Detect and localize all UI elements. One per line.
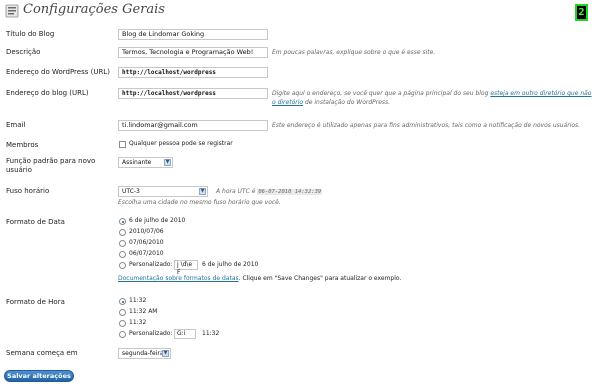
- page-title: Configurações Gerais: [23, 2, 165, 17]
- tagline-description: Em poucas palavras, explique sobre o que…: [272, 49, 436, 56]
- email-label: Email: [6, 121, 26, 129]
- blog-address-description-suffix: de instalação do WordPress.: [303, 99, 391, 106]
- blog-address-description: Digite aqui o endereço, se você quer que…: [272, 89, 594, 107]
- utc-time-prefix: A hora UTC é: [216, 188, 256, 195]
- start-of-week-select[interactable]: segunda-feira ▼: [118, 348, 171, 359]
- wp-address-input[interactable]: http://localhost/wordpress: [118, 67, 268, 78]
- blog-title-input[interactable]: Blog de Lindomar Goking: [118, 29, 268, 40]
- time-format-radio-2[interactable]: [119, 309, 126, 316]
- blog-address-description-prefix: Digite aqui o endereço, se você quer que…: [272, 90, 491, 97]
- blog-address-label: Endereço do blog (URL): [6, 89, 89, 97]
- date-format-doc-text: Documentação sobre formatos de datas. Cl…: [118, 275, 401, 283]
- date-format-radio-1[interactable]: [119, 218, 126, 225]
- date-format-radio-custom[interactable]: [119, 262, 126, 269]
- time-format-option-3: 11:32: [129, 319, 147, 326]
- time-format-radio-3[interactable]: [119, 320, 126, 327]
- time-format-radio-1[interactable]: [119, 298, 126, 305]
- blog-address-input[interactable]: http://localhost/wordpress: [118, 88, 268, 99]
- email-input[interactable]: ti.lindomar@gmail.com: [118, 120, 268, 131]
- date-format-option-4: 06/07/2010: [129, 250, 164, 257]
- start-of-week-value: segunda-feira: [122, 350, 164, 357]
- time-format-custom-label: Personalizado:: [129, 330, 173, 337]
- date-format-option-2: 2010/07/06: [129, 228, 164, 235]
- default-role-label: Função padrão para novo usuário: [6, 157, 96, 174]
- membership-checkbox[interactable]: [119, 141, 126, 148]
- time-format-option-1: 11:32: [129, 297, 147, 304]
- settings-page-icon: [5, 4, 19, 18]
- wp-address-label: Endereço do WordPress (URL): [6, 68, 110, 76]
- date-format-doc-suffix: . Clique em "Save Changes" para atualiza…: [238, 275, 402, 282]
- date-format-doc-link[interactable]: Documentação sobre formatos de datas: [118, 275, 239, 282]
- save-button[interactable]: Salvar alterações: [4, 370, 74, 382]
- time-format-option-2: 11:32 AM: [129, 308, 158, 315]
- date-format-option-3: 07/06/2010: [129, 239, 164, 246]
- time-format-custom-preview: 11:32: [202, 330, 220, 337]
- date-format-option-1: 6 de julho de 2010: [129, 217, 186, 224]
- chevron-down-icon: ▼: [199, 188, 206, 195]
- date-format-radio-3[interactable]: [119, 240, 126, 247]
- chevron-down-icon: ▼: [164, 159, 171, 166]
- email-description: Este endereço é utilizado apenas para fi…: [272, 122, 581, 129]
- timezone-label: Fuso horário: [6, 187, 50, 195]
- timezone-value: UTC-3: [122, 188, 140, 195]
- timezone-select[interactable]: UTC-3 ▼: [118, 186, 208, 197]
- chevron-down-icon: ▼: [162, 350, 169, 357]
- membership-checkbox-label: Qualquer pessoa pode se registrar: [129, 140, 233, 147]
- time-format-label: Formato de Hora: [6, 298, 65, 306]
- timezone-description: Escolha uma cidade no mesmo fuso horário…: [118, 199, 281, 206]
- tagline-label: Descrição: [6, 48, 41, 56]
- utc-time-text: A hora UTC é 06-07-2010 14:32:39: [216, 187, 323, 197]
- start-of-week-label: Semana começa em: [6, 349, 78, 357]
- tagline-input[interactable]: Termos, Tecnologia e Programação Web!: [118, 47, 268, 58]
- time-format-radio-custom[interactable]: [119, 331, 126, 338]
- date-format-custom-input[interactable]: j \d\e F: [174, 260, 198, 276]
- membership-label: Membros: [6, 141, 39, 149]
- date-format-label: Formato de Data: [6, 218, 65, 226]
- date-format-custom-label: Personalizado:: [129, 261, 173, 268]
- page-header: Configurações Gerais 2: [0, 0, 600, 22]
- date-format-custom-preview: 6 de julho de 2010: [202, 261, 259, 268]
- utc-time-value: 06-07-2010 14:32:39: [257, 189, 323, 195]
- blog-title-label: Título do Blog: [6, 30, 55, 38]
- date-format-radio-2[interactable]: [119, 229, 126, 236]
- time-format-custom-input[interactable]: G:i: [174, 329, 196, 339]
- default-role-value: Assinante: [122, 159, 152, 166]
- overlay-number-badge: 2: [575, 4, 588, 21]
- date-format-radio-4[interactable]: [119, 251, 126, 258]
- default-role-select[interactable]: Assinante ▼: [118, 157, 173, 168]
